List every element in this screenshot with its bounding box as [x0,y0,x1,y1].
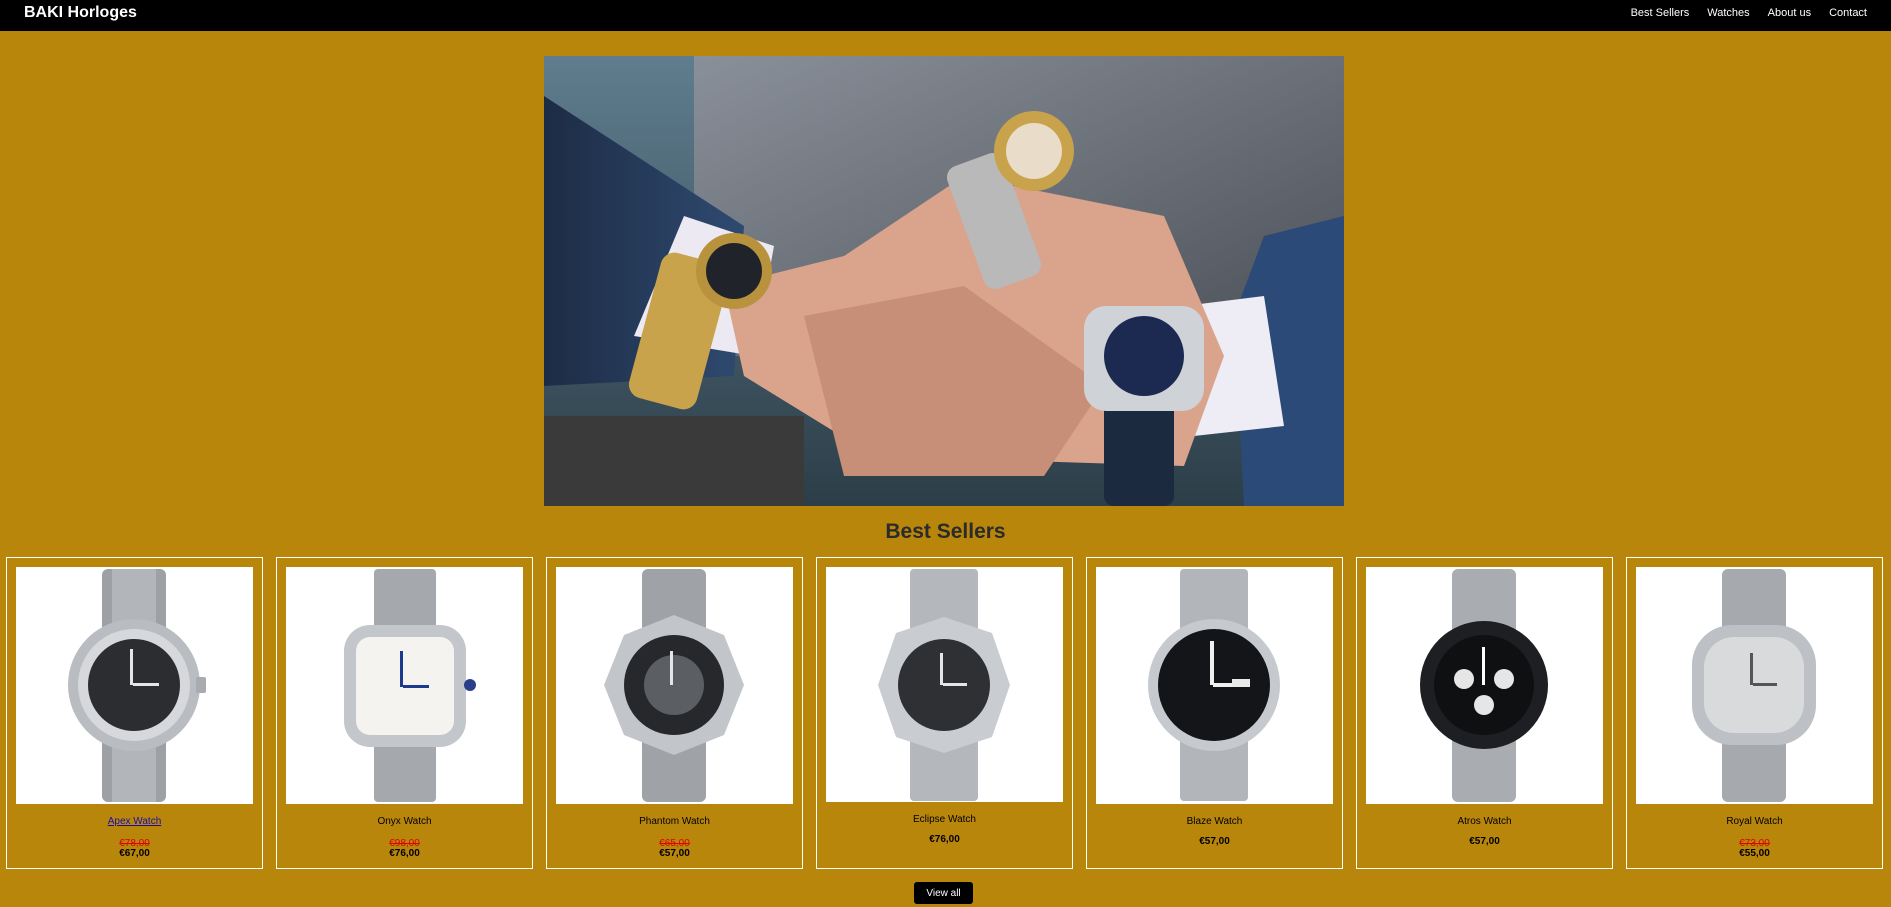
product-price: €57,00 [1199,836,1230,847]
product-image[interactable] [1366,567,1603,804]
best-sellers-title: Best Sellers [885,520,1006,543]
product-image[interactable] [1636,567,1873,804]
nav-contact[interactable]: Contact [1829,7,1867,19]
product-price: €76,00 [389,848,420,859]
watch-icon [878,569,1010,801]
product-card[interactable]: Blaze Watch €57,00 [1086,557,1343,869]
product-card[interactable]: Atros Watch €57,00 [1356,557,1613,869]
product-price: €55,00 [1739,848,1770,859]
best-sellers-grid: Apex Watch €78,00 €67,00 Onyx Watch €98,… [6,557,1883,869]
watch-icon [1148,569,1280,801]
product-card[interactable]: Apex Watch €78,00 €67,00 [6,557,263,869]
product-name[interactable]: Atros Watch [1357,816,1612,827]
product-price: €57,00 [1469,836,1500,847]
brand-logo[interactable]: BAKI Horloges [24,4,137,22]
product-image[interactable] [286,567,523,804]
nav-best-sellers[interactable]: Best Sellers [1631,7,1690,19]
product-name[interactable]: Onyx Watch [277,816,532,827]
watch-icon [1420,569,1548,802]
product-card[interactable]: Onyx Watch €98,00 €76,00 [276,557,533,869]
product-image[interactable] [1096,567,1333,804]
product-name[interactable]: Eclipse Watch [817,814,1072,825]
watch-icon [1692,569,1816,802]
main-nav: Best Sellers Watches About us Contact [1631,7,1867,19]
product-name[interactable]: Apex Watch [7,816,262,827]
product-card[interactable]: Phantom Watch €65,00 €57,00 [546,557,803,869]
product-card[interactable]: Eclipse Watch €76,00 [816,557,1073,869]
hero-image [544,56,1344,506]
product-card[interactable]: Royal Watch €73,00 €55,00 [1626,557,1883,869]
product-price: €76,00 [929,834,960,845]
watch-icon [604,569,744,802]
hero-photo [544,56,1344,506]
product-image[interactable] [556,567,793,804]
product-price: €57,00 [659,848,690,859]
watch-icon [68,569,206,802]
product-name[interactable]: Royal Watch [1627,816,1882,827]
top-navbar: BAKI Horloges Best Sellers Watches About… [0,0,1891,31]
nav-about-us[interactable]: About us [1768,7,1811,19]
product-image[interactable] [826,567,1063,802]
product-image[interactable] [16,567,253,804]
product-price: €67,00 [119,848,150,859]
product-name[interactable]: Phantom Watch [547,816,802,827]
product-name[interactable]: Blaze Watch [1087,816,1342,827]
watch-icon [344,569,476,802]
nav-watches[interactable]: Watches [1707,7,1749,19]
view-all-button[interactable]: View all [914,882,973,904]
